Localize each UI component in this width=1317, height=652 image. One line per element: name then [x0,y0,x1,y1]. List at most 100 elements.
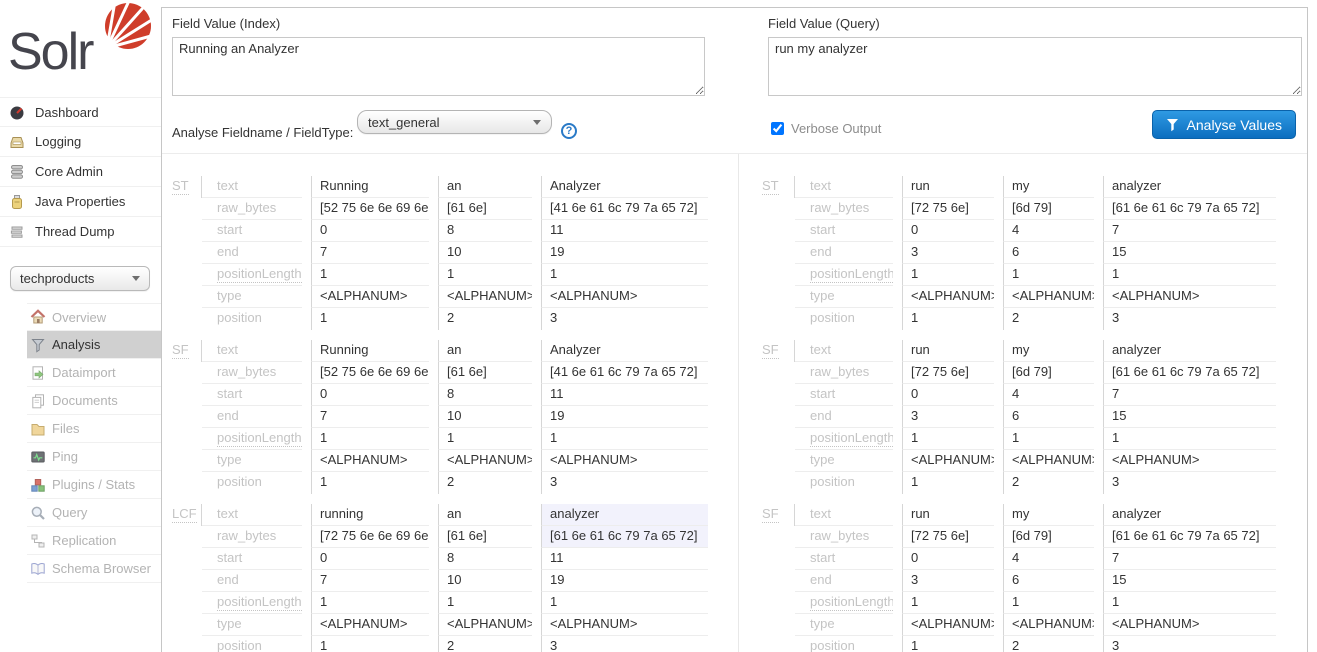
solr-sunburst-icon [101,1,153,55]
stage-spacer [762,570,795,592]
stage-spacer [172,198,202,220]
attribute-label: end [202,242,302,264]
attribute-label: position [795,472,902,494]
verbose-output-label: Verbose Output [791,121,881,136]
documents-icon [30,393,46,409]
token-cell: [61 6e] [438,526,532,548]
token-cell: 7 [311,406,429,428]
stage-spacer [172,242,202,264]
token-cell: [41 6e 61 6c 79 7a 65 72] [541,362,708,384]
analysis-stage-table: SFtextrunmyanalyzerraw_bytes[72 75 6e][6… [762,340,1307,494]
stage-spacer [172,592,202,614]
attribute-label: raw_bytes [795,198,893,220]
token-cell: <ALPHANUM> [438,286,532,308]
help-icon[interactable]: ? [561,123,577,139]
token-cell: 19 [541,570,708,592]
sidebar-item-dataimport[interactable]: Dataimport [27,359,161,387]
sidebar-item-java-properties[interactable]: Java Properties [0,187,161,217]
attribute-label: start [202,384,302,406]
stage-spacer [762,286,795,308]
stage-spacer [762,614,795,636]
attribute-label: end [795,406,893,428]
token-cell: 10 [438,570,532,592]
stage-spacer [172,362,202,384]
token-cell: my [1003,340,1094,362]
attribute-label: raw_bytes [202,198,302,220]
fieldname-fieldtype-label: Analyse Fieldname / FieldType: [172,125,353,140]
token-cell: 1 [311,264,429,286]
core-selector[interactable]: techproducts [10,266,150,291]
sidebar-item-label: Dataimport [52,365,116,380]
logging-icon [9,134,25,150]
token-cell: analyzer [1103,340,1276,362]
token-cell: 1 [438,428,532,450]
stage-spacer [172,450,202,472]
stage-spacer [762,472,795,494]
token-cell: 1 [311,428,429,450]
stage-spacer [762,362,795,384]
sidebar-item-thread-dump[interactable]: Thread Dump [0,217,161,247]
token-cell: [52 75 6e 6e 69 6e 67] [311,362,429,384]
sidebar-item-files[interactable]: Files [27,415,161,443]
sidebar-item-ping[interactable]: Ping [27,443,161,471]
fieldtype-select[interactable]: text_general [357,110,552,134]
token-cell: 4 [1003,220,1094,242]
query-field-value-input[interactable]: run my analyzer [768,37,1302,96]
sidebar-item-documents[interactable]: Documents [27,387,161,415]
stage-spacer [762,636,795,652]
dashboard-icon [9,104,25,120]
sidebar-item-dashboard[interactable]: Dashboard [0,97,161,127]
verbose-output-checkbox[interactable] [771,122,784,135]
sidebar-item-logging[interactable]: Logging [0,127,161,157]
token-cell: 1 [438,592,532,614]
token-cell: <ALPHANUM> [1003,286,1094,308]
stage-abbreviation: SF [762,340,795,362]
analysis-stage-table: LCFtextrunningananalyzerraw_bytes[72 75 … [172,504,738,652]
stage-abbreviation: ST [762,176,795,198]
token-cell: <ALPHANUM> [541,450,708,472]
token-cell: my [1003,504,1094,526]
sidebar-item-label: Java Properties [35,194,125,209]
dataimport-icon [30,365,46,381]
fieldtype-select-value: text_general [368,115,440,130]
sidebar-item-analysis[interactable]: Analysis [27,331,161,359]
sidebar-item-query[interactable]: Query [27,499,161,527]
attribute-label: positionLength [202,428,302,450]
sidebar-item-replication[interactable]: Replication [27,527,161,555]
solr-logo: Solr [0,0,161,97]
sidebar-item-core-admin[interactable]: Core Admin [0,157,161,187]
stage-spacer [172,614,202,636]
sidebar-item-schema-browser[interactable]: Schema Browser [27,555,161,583]
sidebar-item-overview[interactable]: Overview [27,303,161,331]
attribute-label: type [202,614,302,636]
sidebar-item-label: Analysis [52,337,100,352]
solr-admin-app: Solr Dashboard Logging [0,0,1317,652]
attribute-label: position [202,308,311,330]
token-cell: 1 [311,472,438,494]
token-cell: an [438,176,532,198]
sidebar-item-plugins-stats[interactable]: Plugins / Stats [27,471,161,499]
sidebar-item-label: Replication [52,533,116,548]
token-cell: 1 [438,264,532,286]
core-admin-icon [9,164,25,180]
sidebar-item-label: Logging [35,134,81,149]
token-cell: [6d 79] [1003,198,1094,220]
attribute-label: text [202,176,302,198]
analyse-values-button[interactable]: Analyse Values [1152,110,1296,139]
attribute-label: start [795,384,893,406]
token-cell: 4 [1003,384,1094,406]
stage-spacer [172,220,202,242]
token-cell: 1 [1003,592,1094,614]
attribute-label: start [202,220,302,242]
token-cell: 3 [541,636,717,652]
token-cell: 1 [311,308,438,330]
stage-spacer [762,428,795,450]
sidebar-item-label: Dashboard [35,105,99,120]
token-cell: 3 [902,406,994,428]
stage-abbreviation: LCF [172,504,202,526]
index-field-value-input[interactable]: Running an Analyzer [172,37,705,96]
stage-spacer [762,384,795,406]
sidebar-item-label: Thread Dump [35,224,114,239]
token-cell: 8 [438,548,532,570]
token-cell: 1 [541,264,708,286]
